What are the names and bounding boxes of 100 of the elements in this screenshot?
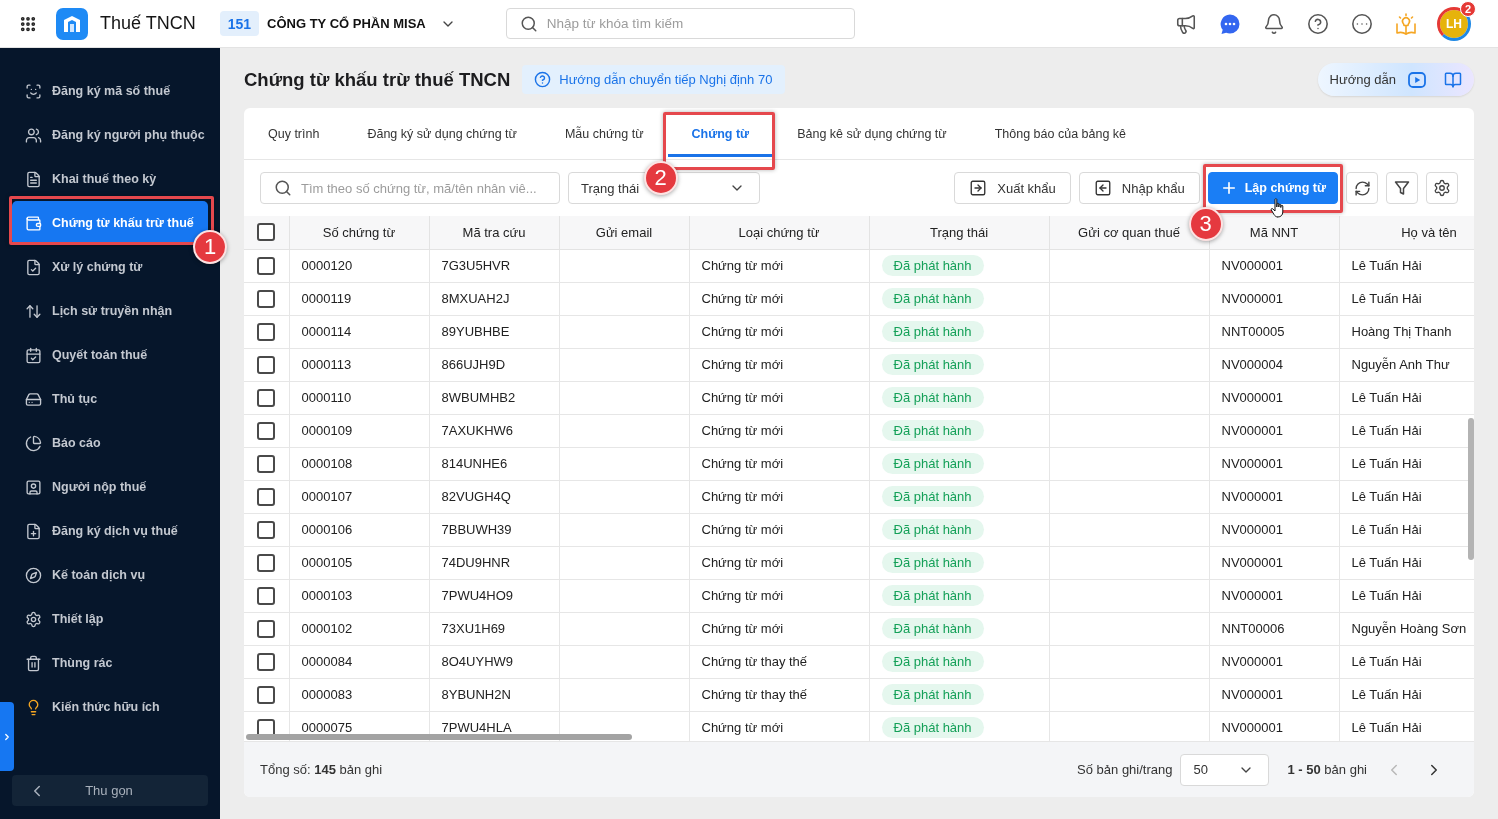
megaphone-icon[interactable]	[1175, 12, 1197, 35]
table-cell: NV000001	[1209, 282, 1339, 315]
checkbox[interactable]	[257, 487, 276, 506]
book-icon[interactable]	[1444, 70, 1462, 89]
search-icon	[274, 179, 292, 197]
tab[interactable]: Mẫu chứng từ	[540, 108, 668, 159]
app-logo-icon[interactable]	[56, 7, 88, 40]
chat-bubble-icon[interactable]	[1219, 12, 1241, 35]
table-cell: 0000106	[289, 513, 429, 546]
sidebar-item[interactable]: Đăng ký dịch vụ thuế	[12, 509, 208, 553]
checkbox[interactable]	[257, 586, 276, 605]
table-cell: Chứng từ mới	[689, 579, 869, 612]
status-badge: Đã phát hành	[881, 387, 984, 408]
total-records-text: Tổng số: 145 bản ghi	[260, 762, 383, 777]
tab[interactable]: Chứng từ	[667, 108, 774, 159]
sidebar-item[interactable]: Người nộp thuế	[12, 465, 208, 509]
settings-button[interactable]	[1426, 172, 1458, 204]
status-badge: Đã phát hành	[881, 618, 984, 639]
sidebar-item[interactable]: Thùng rác	[12, 641, 208, 685]
tab[interactable]: Bảng kê sử dụng chứng từ	[773, 108, 971, 159]
table-cell: Chứng từ mới	[689, 612, 869, 645]
table-cell: 74DU9HNR	[429, 546, 559, 579]
refresh-button[interactable]	[1346, 172, 1378, 204]
checkbox[interactable]	[257, 553, 276, 572]
sidebar-item[interactable]: Kiến thức hữu ích	[12, 685, 208, 729]
filter-button[interactable]	[1386, 172, 1418, 204]
horizontal-scrollbar-thumb[interactable]	[246, 734, 632, 740]
checkbox[interactable]	[257, 322, 276, 341]
sidebar-item[interactable]: Đăng ký mã số thuế	[12, 69, 208, 113]
checkbox[interactable]	[257, 454, 276, 473]
sidebar-item[interactable]: Kế toán dịch vụ	[12, 553, 208, 597]
status-badge: Đã phát hành	[881, 453, 984, 474]
checkbox[interactable]	[257, 421, 276, 440]
apps-grid-icon[interactable]	[19, 14, 37, 33]
step-marker: 2	[643, 161, 678, 195]
table-cell: 8WBUMHB2	[429, 381, 559, 414]
checkbox[interactable]	[257, 685, 276, 704]
collapse-button[interactable]: Thu gọn	[12, 775, 208, 806]
table-cell: 0000083	[289, 678, 429, 711]
pie-chart-icon	[25, 434, 42, 452]
status-badge: Đã phát hành	[881, 684, 984, 705]
checkbox[interactable]	[257, 388, 276, 407]
bell-icon[interactable]	[1263, 12, 1285, 35]
checkbox[interactable]	[257, 223, 276, 242]
sidebar-item[interactable]: Thiết lập	[12, 597, 208, 641]
table-cell: NV000004	[1209, 348, 1339, 381]
tab[interactable]: Đăng ký sử dụng chứng từ	[343, 108, 541, 159]
table-cell: NNT00005	[1209, 315, 1339, 348]
sidebar-item[interactable]: Đăng ký người phụ thuộc	[12, 113, 208, 157]
calendar-check-icon	[25, 346, 42, 364]
table-cell: Chứng từ mới	[689, 513, 869, 546]
table-cell: 8YBUNH2N	[429, 678, 559, 711]
page-size-label: Số bản ghi/trang	[1077, 762, 1173, 777]
export-button[interactable]: Xuất khẩu	[954, 172, 1071, 204]
create-button[interactable]: Lập chứng từ	[1207, 172, 1338, 204]
box-arrow-right-icon	[969, 179, 988, 197]
tab[interactable]: Quy trình	[244, 108, 344, 159]
vertical-scrollbar-thumb[interactable]	[1468, 418, 1474, 560]
table-cell: NV000001	[1209, 513, 1339, 546]
table-cell: Chứng từ mới	[689, 348, 869, 381]
checkbox[interactable]	[257, 289, 276, 308]
checkbox[interactable]	[257, 355, 276, 374]
table-cell: 0000114	[289, 315, 429, 348]
sidebar-item[interactable]: Lịch sử truyền nhận	[12, 289, 208, 333]
table-cell: Chứng từ mới	[689, 546, 869, 579]
help-icon	[534, 71, 552, 88]
table-cell: 73XU1H69	[429, 612, 559, 645]
page-size-select[interactable]: 50	[1180, 753, 1270, 786]
drive-icon	[25, 390, 42, 408]
more-options-icon[interactable]	[1351, 12, 1373, 35]
sidebar-item[interactable]: Khai thuế theo kỳ	[12, 157, 208, 201]
sidebar-item[interactable]: Quyết toán thuế	[12, 333, 208, 377]
tab[interactable]: Thông báo của bảng kê	[970, 108, 1151, 159]
status-badge: Đã phát hành	[881, 486, 984, 507]
play-icon[interactable]	[1408, 70, 1426, 89]
checkbox[interactable]	[257, 619, 276, 638]
checkbox[interactable]	[257, 520, 276, 539]
table-cell: Chứng từ mới	[689, 480, 869, 513]
status-badge: Đã phát hành	[881, 288, 984, 309]
file-check-icon	[25, 258, 42, 276]
table-cell: 8O4UYHW9	[429, 645, 559, 678]
status-badge: Đã phát hành	[881, 552, 984, 573]
help-icon[interactable]	[1307, 12, 1329, 35]
table-cell: 8MXUAH2J	[429, 282, 559, 315]
table-cell: NV000001	[1209, 645, 1339, 678]
company-name[interactable]: CÔNG TY CỔ PHẦN MISA	[267, 16, 426, 31]
table-cell: NNT00006	[1209, 612, 1339, 645]
sidebar-item[interactable]: Báo cáo	[12, 421, 208, 465]
search-field[interactable]: Tìm theo số chứng từ, mã/tên nhân viê...	[260, 172, 560, 204]
status-badge: Đã phát hành	[881, 420, 984, 441]
table-cell: 0000110	[289, 381, 429, 414]
table-cell: 0000108	[289, 447, 429, 480]
guide-link[interactable]: Hướng dẫn chuyển tiếp Nghị định 70	[522, 65, 786, 94]
checkbox[interactable]	[257, 652, 276, 671]
search-field[interactable]: Nhập từ khóa tìm kiếm	[505, 8, 855, 39]
guide-label[interactable]: Hướng dẫn	[1329, 72, 1396, 87]
checkbox[interactable]	[257, 256, 276, 275]
sidebar-item[interactable]: Thủ tục	[12, 377, 208, 421]
table-cell: NV000001	[1209, 546, 1339, 579]
import-button[interactable]: Nhập khẩu	[1078, 172, 1200, 204]
